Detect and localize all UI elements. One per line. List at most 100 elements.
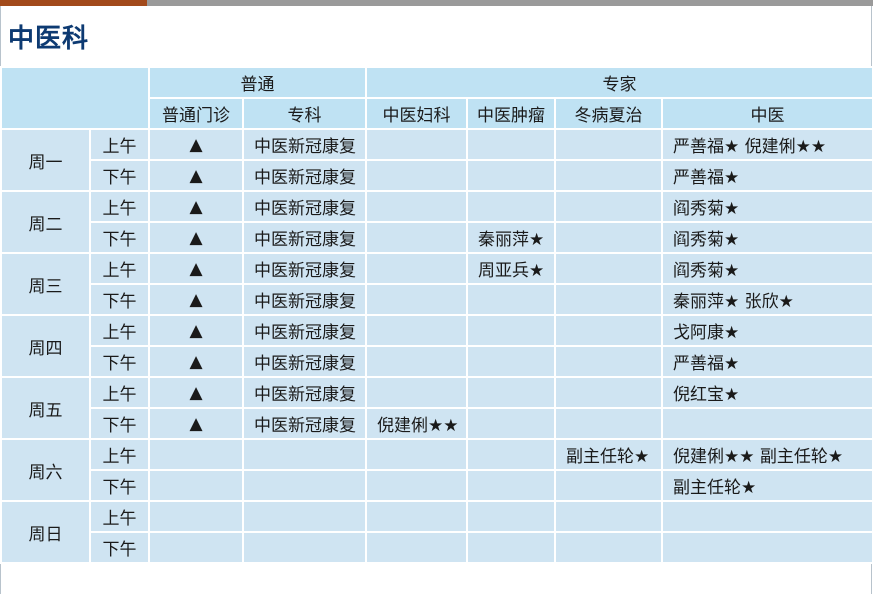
table-row: 下午 ▲ 中医新冠康复 秦丽萍★ 阎秀菊★ bbox=[1, 221, 873, 254]
table-row: 周二 上午 ▲ 中医新冠康复 阎秀菊★ bbox=[0, 190, 873, 254]
specialty-cell: 中医新冠康复 bbox=[242, 283, 367, 316]
specialty-cell: 中医新冠康复 bbox=[242, 159, 367, 192]
general-clinic-cell: ▲ bbox=[148, 376, 244, 409]
day-cell: 周一 bbox=[0, 128, 91, 192]
winter-disease-cell bbox=[554, 407, 663, 440]
specialty-cell bbox=[242, 438, 367, 471]
specialty-cell bbox=[242, 500, 367, 533]
general-clinic-cell bbox=[148, 469, 244, 502]
page-title: 中医科 bbox=[8, 24, 90, 54]
top-accent-bar-left bbox=[0, 0, 147, 6]
general-clinic-cell: ▲ bbox=[148, 407, 244, 440]
winter-disease-cell bbox=[554, 190, 663, 223]
schedule-table: 普通 专家 普通门诊 专科 中医妇科 中医肿瘤 冬病夏治 中医 周一 上午 ▲ 中医新… bbox=[0, 66, 873, 564]
table-row: 周六 上午 副主任轮★ 倪建俐★★ 副主任轮★ bbox=[0, 438, 873, 502]
tcm-oncology-cell bbox=[466, 159, 556, 192]
header-tcm-gynecology: 中医妇科 bbox=[365, 97, 468, 130]
tcm-doctor-cell: 阎秀菊★ bbox=[661, 221, 873, 254]
table-row: 下午 副主任轮★ bbox=[1, 469, 873, 502]
specialty-cell: 中医新冠康复 bbox=[242, 128, 367, 161]
tcm-gynecology-cell bbox=[365, 469, 468, 502]
tcm-doctor-cell bbox=[661, 500, 873, 533]
tcm-oncology-cell bbox=[466, 438, 556, 471]
specialty-cell: 中医新冠康复 bbox=[242, 376, 367, 409]
period-cell: 上午 bbox=[89, 252, 150, 285]
period-cell: 上午 bbox=[89, 190, 150, 223]
table-row: 下午 ▲ 中医新冠康复 严善福★ bbox=[1, 159, 873, 192]
tcm-gynecology-cell bbox=[365, 376, 468, 409]
winter-disease-cell bbox=[554, 159, 663, 192]
top-accent-bar-right bbox=[147, 0, 873, 6]
table-row: 下午 bbox=[1, 531, 873, 564]
table-row: 周日 上午 bbox=[0, 500, 873, 564]
winter-disease-cell bbox=[554, 469, 663, 502]
header-corner bbox=[0, 66, 150, 130]
period-cell: 下午 bbox=[89, 531, 150, 564]
winter-disease-cell bbox=[554, 500, 663, 533]
tcm-oncology-cell bbox=[466, 407, 556, 440]
winter-disease-cell bbox=[554, 128, 663, 161]
winter-disease-cell bbox=[554, 314, 663, 347]
header-winter-disease: 冬病夏治 bbox=[554, 97, 663, 130]
period-cell: 上午 bbox=[89, 376, 150, 409]
specialty-cell: 中医新冠康复 bbox=[242, 221, 367, 254]
winter-disease-cell bbox=[554, 376, 663, 409]
period-cell: 下午 bbox=[89, 159, 150, 192]
specialty-cell: 中医新冠康复 bbox=[242, 190, 367, 223]
winter-disease-cell bbox=[554, 531, 663, 564]
tcm-oncology-cell bbox=[466, 314, 556, 347]
header-tcm-oncology: 中医肿瘤 bbox=[466, 97, 556, 130]
tcm-oncology-cell bbox=[466, 128, 556, 161]
table-row: 周五 上午 ▲ 中医新冠康复 倪红宝★ bbox=[0, 376, 873, 440]
specialty-cell: 中医新冠康复 bbox=[242, 407, 367, 440]
tcm-gynecology-cell: 倪建俐★★ bbox=[365, 407, 468, 440]
table-row: 周四 上午 ▲ 中医新冠康复 戈阿康★ bbox=[0, 314, 873, 378]
tcm-gynecology-cell bbox=[365, 252, 468, 285]
specialty-cell: 中医新冠康复 bbox=[242, 314, 367, 347]
top-accent-bar bbox=[0, 0, 873, 6]
specialty-cell: 中医新冠康复 bbox=[242, 252, 367, 285]
tcm-gynecology-cell bbox=[365, 314, 468, 347]
period-cell: 上午 bbox=[89, 128, 150, 161]
period-cell: 下午 bbox=[89, 221, 150, 254]
general-clinic-cell bbox=[148, 438, 244, 471]
general-clinic-cell: ▲ bbox=[148, 314, 244, 347]
tcm-gynecology-cell bbox=[365, 345, 468, 378]
general-clinic-cell: ▲ bbox=[148, 190, 244, 223]
tcm-doctor-cell: 严善福★ bbox=[661, 159, 873, 192]
header-specialty: 专科 bbox=[242, 97, 367, 130]
winter-disease-cell bbox=[554, 221, 663, 254]
general-clinic-cell: ▲ bbox=[148, 128, 244, 161]
tcm-doctor-cell: 副主任轮★ bbox=[661, 469, 873, 502]
specialty-cell: 中医新冠康复 bbox=[242, 345, 367, 378]
winter-disease-cell bbox=[554, 345, 663, 378]
tcm-oncology-cell bbox=[466, 500, 556, 533]
day-cell: 周四 bbox=[0, 314, 91, 378]
general-clinic-cell: ▲ bbox=[148, 345, 244, 378]
tcm-gynecology-cell bbox=[365, 190, 468, 223]
tcm-gynecology-cell bbox=[365, 438, 468, 471]
winter-disease-cell bbox=[554, 252, 663, 285]
general-clinic-cell: ▲ bbox=[148, 252, 244, 285]
general-clinic-cell bbox=[148, 500, 244, 533]
header-group-general: 普通 bbox=[148, 66, 367, 99]
tcm-doctor-cell bbox=[661, 531, 873, 564]
period-cell: 下午 bbox=[89, 407, 150, 440]
period-cell: 下午 bbox=[89, 283, 150, 316]
tcm-gynecology-cell bbox=[365, 500, 468, 533]
general-clinic-cell: ▲ bbox=[148, 221, 244, 254]
tcm-doctor-cell bbox=[661, 407, 873, 440]
table-row: 周一 上午 ▲ 中医新冠康复 严善福★ 倪建俐★★ bbox=[0, 128, 873, 192]
tcm-gynecology-cell bbox=[365, 283, 468, 316]
period-cell: 上午 bbox=[89, 314, 150, 347]
period-cell: 上午 bbox=[89, 438, 150, 471]
general-clinic-cell: ▲ bbox=[148, 159, 244, 192]
tcm-doctor-cell: 阎秀菊★ bbox=[661, 190, 873, 223]
tcm-oncology-cell bbox=[466, 469, 556, 502]
tcm-oncology-cell bbox=[466, 345, 556, 378]
day-cell: 周二 bbox=[0, 190, 91, 254]
tcm-doctor-cell: 倪建俐★★ 副主任轮★ bbox=[661, 438, 873, 471]
specialty-cell bbox=[242, 469, 367, 502]
tcm-gynecology-cell bbox=[365, 128, 468, 161]
table-row: 周三 上午 ▲ 中医新冠康复 周亚兵★ 阎秀菊★ bbox=[0, 252, 873, 316]
